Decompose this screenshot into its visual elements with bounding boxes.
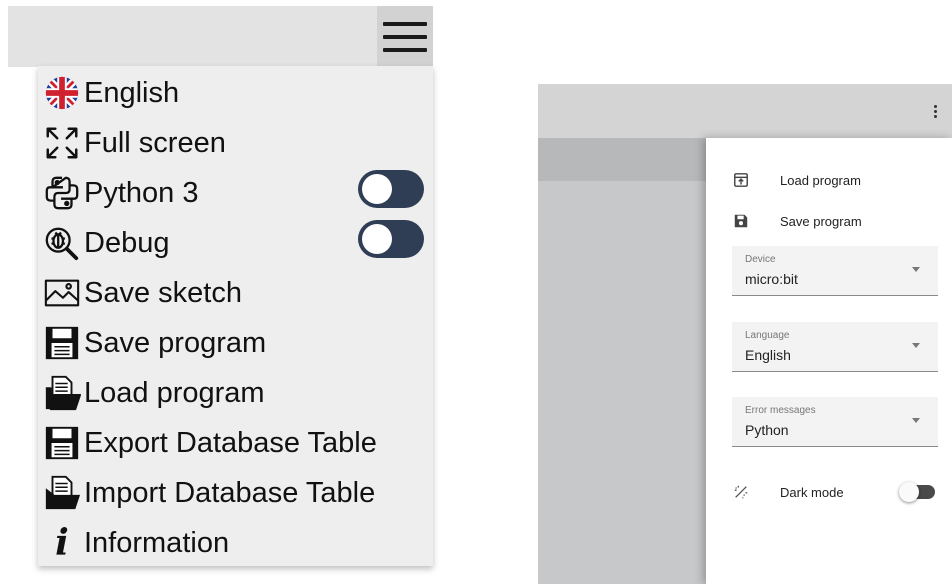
menu-item-label: Export Database Table [84, 426, 377, 459]
menu-item-python[interactable]: Python 3 [42, 168, 198, 218]
device-select[interactable]: Device micro:bit [732, 246, 938, 296]
floppy-disk-icon [42, 323, 82, 363]
menu-item-label: Debug [84, 226, 170, 259]
open-folder-icon [42, 473, 82, 513]
uk-flag-icon [42, 73, 82, 113]
dark-mode-toggle[interactable] [899, 482, 935, 502]
dropdown-menu: English Full screen Python 3 Debug Save … [38, 66, 433, 566]
dropdown-arrow-icon [912, 267, 920, 272]
menu-item-label: Python 3 [84, 176, 199, 209]
menu-item-import-database-table[interactable]: Import Database Table [42, 468, 375, 518]
python3-toggle[interactable] [358, 170, 424, 208]
menu-item-full-screen[interactable]: Full screen [42, 118, 226, 168]
toggle-knob [362, 224, 392, 254]
menu-item-label: Import Database Table [84, 476, 376, 509]
device-select-value: micro:bit [745, 271, 798, 287]
menu-item-load-program[interactable]: Load program [42, 368, 265, 418]
menu-item-save-program[interactable]: Save program [42, 318, 266, 368]
device-select-label: Device [745, 254, 776, 265]
menu-item-label: Save program [84, 326, 267, 359]
menu-item-label: English [84, 76, 180, 109]
hamburger-menu-button[interactable] [377, 6, 433, 67]
load-program-button[interactable]: Load program [732, 166, 861, 194]
save-program-button[interactable]: Save program [732, 207, 862, 235]
top-bar [8, 6, 433, 67]
menu-item-information[interactable]: i Information [42, 518, 229, 568]
python-icon [42, 173, 82, 213]
fullscreen-icon [42, 123, 82, 163]
info-icon: i [55, 522, 69, 564]
error-messages-select[interactable]: Error messages Python [732, 397, 938, 447]
hamburger-bar [383, 21, 427, 26]
toggle-knob [899, 482, 919, 502]
error-messages-select-value: Python [745, 422, 789, 438]
floppy-disk-icon [42, 423, 82, 463]
magic-wand-icon [732, 483, 750, 501]
load-program-label: Load program [780, 172, 861, 188]
image-icon [42, 273, 82, 313]
more-options-icon[interactable] [925, 97, 945, 125]
app-bar [538, 84, 952, 138]
dropdown-arrow-icon [912, 343, 920, 348]
menu-item-label: Save sketch [84, 276, 242, 309]
error-messages-select-label: Error messages [745, 405, 816, 416]
menu-item-label: Load program [84, 376, 265, 409]
hamburger-bar [383, 34, 427, 39]
save-icon [732, 212, 750, 230]
language-select-label: Language [745, 330, 790, 341]
upload-file-icon [732, 171, 750, 189]
bug-icon [42, 223, 82, 263]
open-folder-icon [42, 373, 82, 413]
menu-item-label: Information [84, 526, 230, 559]
menu-item-label: Full screen [84, 126, 226, 159]
toggle-knob [362, 174, 392, 204]
dropdown-arrow-icon [912, 418, 920, 423]
debug-toggle[interactable] [358, 220, 424, 258]
background-toolbar [538, 138, 708, 181]
dark-mode-label: Dark mode [780, 484, 844, 500]
menu-item-save-sketch[interactable]: Save sketch [42, 268, 242, 318]
save-program-label: Save program [780, 213, 862, 229]
language-select[interactable]: Language English [732, 322, 938, 372]
menu-item-export-database-table[interactable]: Export Database Table [42, 418, 377, 468]
menu-item-english[interactable]: English [42, 68, 179, 118]
dark-mode-row: Dark mode [732, 478, 844, 506]
language-select-value: English [745, 347, 791, 363]
menu-item-debug[interactable]: Debug [42, 218, 169, 268]
hamburger-bar [383, 47, 427, 52]
